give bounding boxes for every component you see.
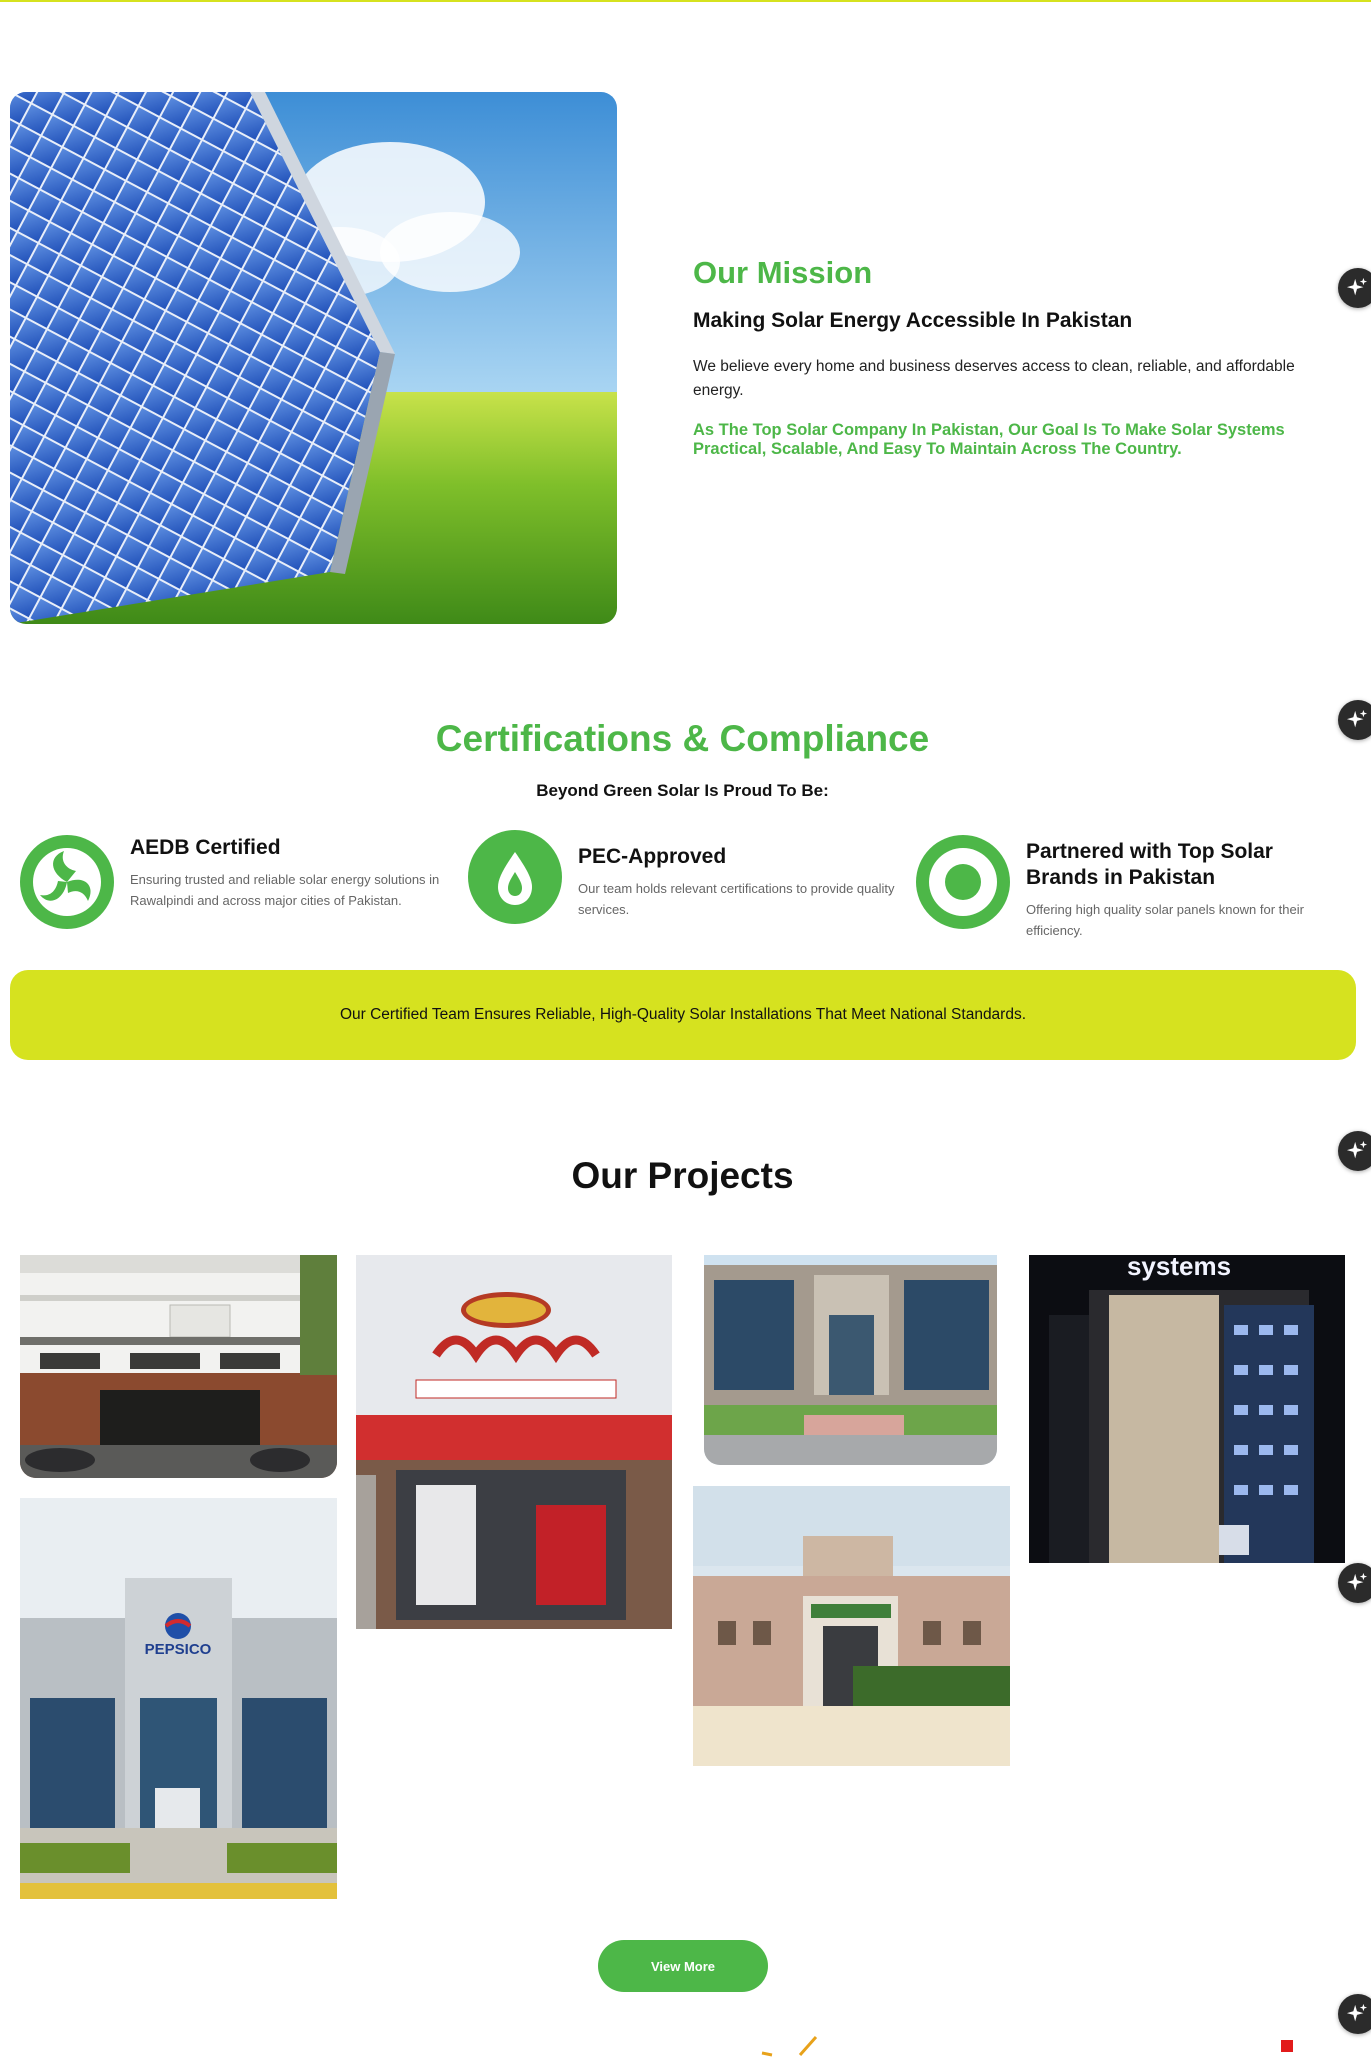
tower-sign: systems bbox=[1127, 1255, 1231, 1281]
sparkle-icon bbox=[1346, 277, 1368, 296]
mission-subtitle: Making Solar Energy Accessible In Pakist… bbox=[693, 309, 1133, 332]
cert-text: AEDB Certified Ensuring trusted and reli… bbox=[130, 835, 450, 911]
sparkle-icon bbox=[1346, 2003, 1368, 2022]
certifications-subtitle: Beyond Green Solar Is Proud To Be: bbox=[536, 781, 829, 800]
mission-highlight: As The Top Solar Company In Pakistan, Ou… bbox=[693, 421, 1285, 458]
project-image-office[interactable] bbox=[704, 1255, 997, 1465]
logo-mark-icon bbox=[761, 2036, 818, 2057]
notification-dot bbox=[1281, 2040, 1293, 2052]
aedb-swirl-icon bbox=[20, 835, 114, 929]
mission-title: Our Mission bbox=[693, 255, 873, 290]
cert-description: Offering high quality solar panels known… bbox=[1026, 902, 1304, 938]
drop-icon bbox=[468, 830, 562, 924]
mission-body: We believe every home and business deser… bbox=[693, 358, 1295, 399]
project-image-shop[interactable] bbox=[356, 1255, 672, 1629]
ai-assistant-button[interactable] bbox=[1338, 1563, 1371, 1603]
sparkle-icon bbox=[1346, 1572, 1368, 1591]
project-image-pepsico[interactable]: PEPSICO bbox=[20, 1498, 337, 1899]
cert-heading: PEC-Approved bbox=[578, 845, 727, 868]
cert-text: Partnered with Top Solar Brands in Pakis… bbox=[1026, 839, 1346, 941]
cert-text: PEC-Approved Our team holds relevant cer… bbox=[578, 844, 898, 920]
certifications-title: Certifications & Compliance bbox=[435, 718, 930, 759]
certified-team-banner: Our Certified Team Ensures Reliable, Hig… bbox=[10, 970, 1356, 1060]
top-border-line bbox=[0, 0, 1371, 2]
pepsico-sign: PEPSICO bbox=[145, 1641, 212, 1658]
cert-description: Ensuring trusted and reliable solar ener… bbox=[130, 872, 440, 908]
cert-heading: AEDB Certified bbox=[130, 836, 281, 859]
project-image-tower[interactable]: systems bbox=[1029, 1255, 1345, 1563]
solar-panel-image bbox=[10, 92, 617, 624]
ai-assistant-button[interactable] bbox=[1338, 1994, 1371, 2034]
ai-assistant-button[interactable] bbox=[1338, 268, 1371, 308]
project-image-facility[interactable] bbox=[693, 1486, 1010, 1766]
target-icon bbox=[916, 835, 1010, 929]
project-image-residence[interactable] bbox=[20, 1255, 337, 1478]
cert-description: Our team holds relevant certifications t… bbox=[578, 881, 895, 917]
cert-heading: Partnered with Top Solar Brands in Pakis… bbox=[1026, 840, 1273, 889]
mission-content: Our Mission Making Solar Energy Accessib… bbox=[693, 255, 1343, 459]
projects-title: Our Projects bbox=[571, 1155, 794, 1196]
view-more-button[interactable]: View More bbox=[598, 1940, 768, 1992]
